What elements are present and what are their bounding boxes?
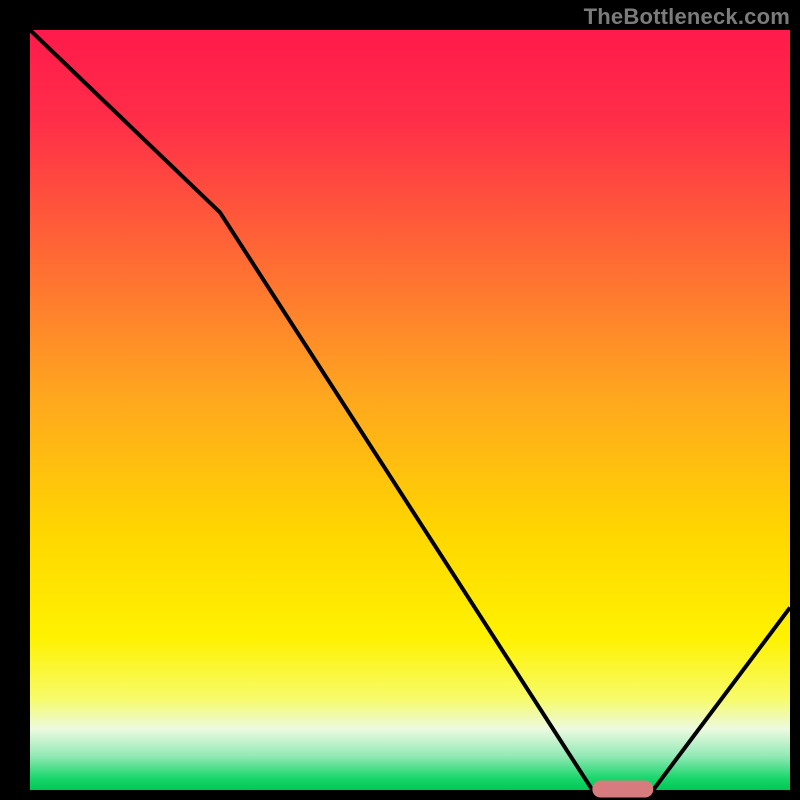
bottleneck-chart [0, 0, 800, 800]
optimal-range-marker [592, 781, 653, 798]
chart-root: TheBottleneck.com [0, 0, 800, 800]
plot-area-rect [30, 30, 790, 790]
watermark-text: TheBottleneck.com [584, 4, 790, 30]
